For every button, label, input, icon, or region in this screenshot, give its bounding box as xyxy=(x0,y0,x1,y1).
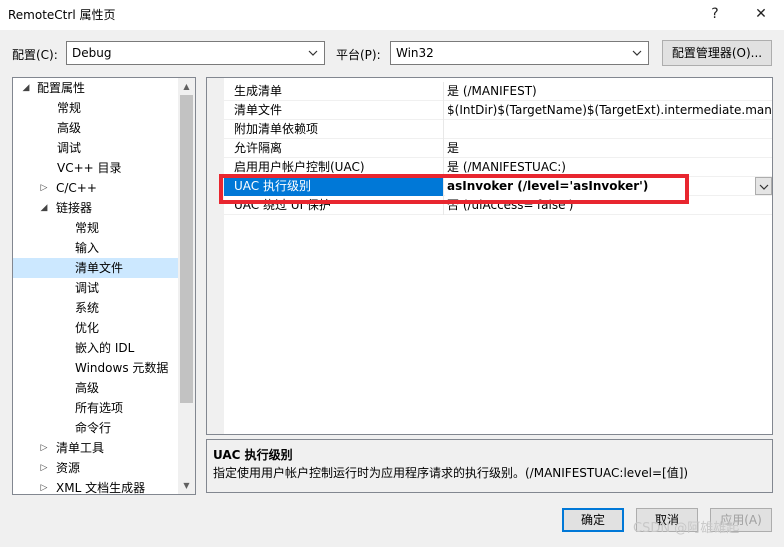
tree-item-label: 常规 xyxy=(75,221,100,235)
tree-item[interactable]: 常规 xyxy=(13,98,179,118)
tree-item-label: XML 文档生成器 xyxy=(56,481,146,495)
property-grid: 生成清单是 (/MANIFEST) 清单文件 $(IntDir)$(TargetNa… xyxy=(206,77,773,435)
scrollbar-thumb[interactable] xyxy=(180,95,193,403)
category-tree: ◢ 配置属性 常规 高级 调试 VC++ 目录 ▷ C/C++ ◢ 链接器 常规 输入 清单文件 调试 系统… xyxy=(12,77,196,495)
description-panel: UAC 执行级别 指定使用用户帐户控制运行时为应用程序请求的执行级别。(/MAN… xyxy=(206,439,773,493)
property-row[interactable]: 附加清单依赖项 xyxy=(224,120,772,139)
tree-item[interactable]: ▷ C/C++ xyxy=(13,178,179,198)
chevron-down-icon xyxy=(632,50,642,56)
tree-item[interactable]: ▷ 清单工具 xyxy=(13,438,179,458)
config-label: 配置(C): xyxy=(12,48,58,62)
tree-item-label: 调试 xyxy=(75,281,100,295)
watermark: CSDN @阿雄雄起 xyxy=(633,521,740,536)
collapsed-arrow-icon[interactable]: ▷ xyxy=(39,438,49,458)
scroll-down-icon[interactable]: ▼ xyxy=(178,477,195,494)
tree-item[interactable]: 命令行 xyxy=(13,418,179,438)
tree-item[interactable]: 常规 xyxy=(13,218,179,238)
collapsed-arrow-icon[interactable]: ▷ xyxy=(39,178,49,198)
tree-item-label: C/C++ xyxy=(56,181,97,195)
tree-item-label: 优化 xyxy=(75,321,100,335)
tree-item-label: 链接器 xyxy=(56,201,93,215)
tree-item[interactable]: 高级 xyxy=(13,378,179,398)
scroll-up-icon[interactable]: ▲ xyxy=(178,78,195,95)
property-row[interactable]: 允许隔离是 xyxy=(224,139,772,158)
description-heading: UAC 执行级别 xyxy=(213,448,293,462)
tree-item-label: Windows 元数据 xyxy=(75,361,169,375)
tree-item[interactable]: ◢ 配置属性 xyxy=(13,78,179,98)
tree-item[interactable]: 调试 xyxy=(13,278,179,298)
property-name: 允许隔离 xyxy=(224,139,444,158)
tree-item[interactable]: ▷ XML 文档生成器 xyxy=(13,478,179,495)
property-name: 生成清单 xyxy=(224,82,444,101)
config-value: Debug xyxy=(72,46,112,60)
tree-item[interactable]: 系统 xyxy=(13,298,179,318)
tree-item-label: 清单文件 xyxy=(75,261,124,275)
property-value xyxy=(445,120,772,139)
tree-item[interactable]: 优化 xyxy=(13,318,179,338)
grid-gutter xyxy=(207,78,224,434)
property-name: 附加清单依赖项 xyxy=(224,120,444,139)
tree-item-label: VC++ 目录 xyxy=(57,161,122,175)
platform-label: 平台(P): xyxy=(336,48,381,62)
tree-item[interactable]: 清单文件 xyxy=(13,258,179,278)
tree-item-label: 常规 xyxy=(57,101,82,115)
config-manager-button[interactable]: 配置管理器(O)... xyxy=(662,40,772,66)
tree-item-label: 输入 xyxy=(75,241,100,255)
window-title: RemoteCtrl 属性页 xyxy=(8,8,116,22)
tree-item-label: 清单工具 xyxy=(56,441,105,455)
property-value: $(IntDir)$(TargetName)$(TargetExt).inter… xyxy=(447,103,773,117)
tree-item[interactable]: Windows 元数据 xyxy=(13,358,179,378)
tree-item[interactable]: VC++ 目录 xyxy=(13,158,179,178)
tree-item-label: 所有选项 xyxy=(75,401,124,415)
chevron-down-icon xyxy=(308,50,318,56)
expanded-arrow-icon[interactable]: ◢ xyxy=(39,198,49,218)
config-combo[interactable]: Debug xyxy=(66,41,325,65)
title-bar: RemoteCtrl 属性页 ? ✕ xyxy=(0,0,784,30)
tree-item-label: 命令行 xyxy=(75,421,112,435)
ok-button[interactable]: 确定 xyxy=(562,508,624,532)
tree-item-label: 高级 xyxy=(75,381,100,395)
chevron-down-icon xyxy=(759,184,769,190)
description-text: 指定使用用户帐户控制运行时为应用程序请求的执行级别。(/MANIFESTUAC:… xyxy=(213,466,689,480)
property-name: 清单文件 xyxy=(224,101,444,120)
platform-value: Win32 xyxy=(396,46,434,60)
tree-scrollbar[interactable]: ▲ ▼ xyxy=(178,78,195,494)
tree-item[interactable]: 调试 xyxy=(13,138,179,158)
tree-item[interactable]: ◢ 链接器 xyxy=(13,198,179,218)
tree-item[interactable]: 嵌入的 IDL xyxy=(13,338,179,358)
tree-item-label: 嵌入的 IDL xyxy=(75,341,135,355)
tree-item-label: 调试 xyxy=(57,141,82,155)
dropdown-button[interactable] xyxy=(755,177,772,195)
tree-item-label: 配置属性 xyxy=(37,81,86,95)
tree-item[interactable]: 输入 xyxy=(13,238,179,258)
property-row[interactable]: 生成清单是 (/MANIFEST) xyxy=(224,82,772,101)
collapsed-arrow-icon[interactable]: ▷ xyxy=(39,458,49,478)
property-row[interactable]: 清单文件 $(IntDir)$(TargetName)$(TargetExt).i… xyxy=(224,101,773,120)
tree-item[interactable]: 所有选项 xyxy=(13,398,179,418)
platform-combo[interactable]: Win32 xyxy=(390,41,649,65)
tree-item[interactable]: 高级 xyxy=(13,118,179,138)
expanded-arrow-icon[interactable]: ◢ xyxy=(21,78,31,98)
help-icon[interactable]: ? xyxy=(700,3,730,25)
collapsed-arrow-icon[interactable]: ▷ xyxy=(39,478,49,494)
tree-item[interactable]: ▷ 资源 xyxy=(13,458,179,478)
tree-item-label: 资源 xyxy=(56,461,81,475)
close-icon[interactable]: ✕ xyxy=(746,3,776,25)
property-value: 是 (/MANIFEST) xyxy=(447,84,537,98)
annotation-highlight-box xyxy=(219,174,689,204)
tree-item-label: 系统 xyxy=(75,301,100,315)
tree-item-label: 高级 xyxy=(57,121,82,135)
property-value: 是 xyxy=(447,141,460,155)
